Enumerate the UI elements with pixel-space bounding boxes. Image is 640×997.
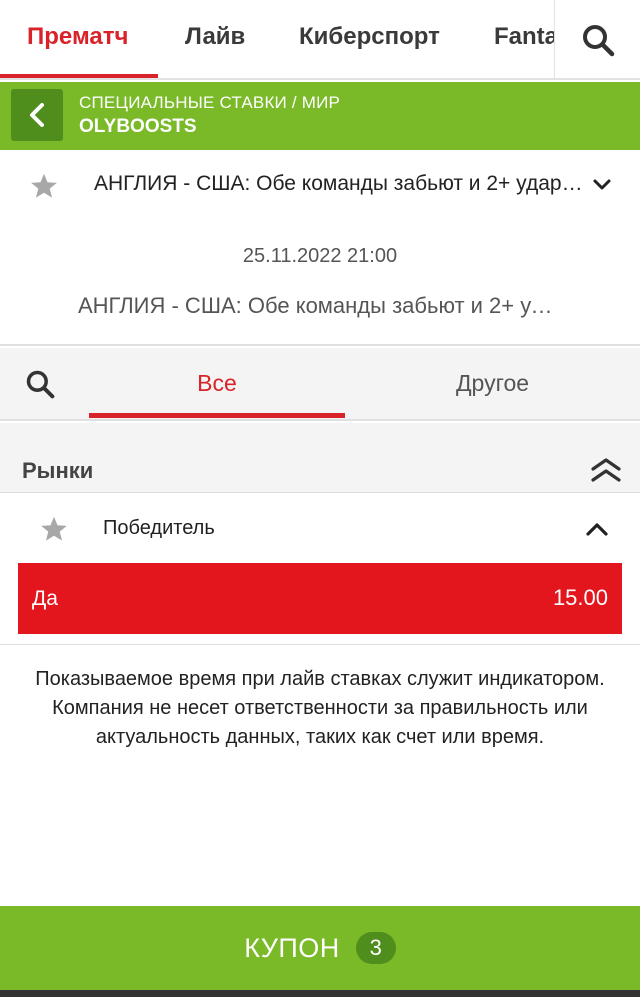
active-filter-indicator [89, 413, 345, 418]
star-icon [41, 516, 67, 541]
double-chevron-up-icon [591, 458, 621, 482]
tab-prematch[interactable]: Прематч [27, 0, 128, 80]
search-icon [26, 370, 55, 398]
back-arrow-icon [30, 103, 44, 127]
odds-button[interactable]: Да 15.00 [18, 563, 622, 634]
tab-all[interactable]: Все [89, 348, 345, 419]
bottom-system-strip [0, 990, 640, 997]
event-subtitle: АНГЛИЯ - США: Обе команды забьют и 2+ уд… [78, 293, 562, 318]
favorite-market-button[interactable] [40, 515, 68, 548]
outcome-label: Да [32, 587, 58, 610]
markets-title: Рынки [22, 458, 94, 483]
event-selector[interactable]: АНГЛИЯ - США: Обе команды забьют и 2+ уд… [94, 172, 586, 196]
breadcrumb: СПЕЦИАЛЬНЫЕ СТАВКИ / МИР OLYBOOSTS [0, 82, 640, 150]
tab-live[interactable]: Лайв [185, 0, 245, 80]
market-card: Победитель Да 15.00 [0, 492, 640, 645]
star-icon [31, 173, 57, 198]
coupon-button[interactable]: КУПОН 3 [0, 906, 640, 990]
event-dropdown-toggle[interactable] [592, 178, 612, 197]
chevron-up-icon [586, 523, 608, 536]
market-collapse-toggle[interactable] [585, 521, 609, 542]
page-title: OLYBOOSTS [79, 116, 197, 137]
event-datetime: 25.11.2022 21:00 [242, 245, 398, 267]
top-nav: Прематч Лайв Киберспорт Fanta [0, 0, 640, 80]
collapse-all-markets-button[interactable] [590, 457, 622, 488]
favorite-event-button[interactable] [30, 172, 58, 205]
breadcrumb-path[interactable]: СПЕЦИАЛЬНЫЕ СТАВКИ / МИР [79, 93, 340, 113]
coupon-label: КУПОН [244, 932, 340, 963]
top-search-button[interactable] [554, 0, 640, 80]
market-filter-bar: Все Другое [0, 348, 640, 421]
coupon-count-badge: 3 [355, 932, 396, 964]
markets-section: Рынки Победитель Да 15.00 [0, 423, 640, 645]
disclaimer-text: Показываемое время при лайв ставках служ… [35, 668, 605, 748]
tab-fantasy[interactable]: Fanta [494, 0, 554, 80]
event-header: АНГЛИЯ - США: Обе команды забьют и 2+ уд… [0, 150, 640, 346]
active-tab-indicator [0, 74, 158, 78]
market-name: Победитель [103, 517, 215, 539]
tab-esports[interactable]: Киберспорт [299, 0, 440, 80]
search-icon [582, 25, 614, 57]
tab-other[interactable]: Другое [345, 348, 640, 419]
market-search-button[interactable] [0, 348, 80, 419]
top-tabs: Прематч Лайв Киберспорт Fanta [0, 0, 554, 80]
back-button[interactable] [11, 89, 63, 141]
chevron-down-icon [593, 179, 611, 190]
outcome-odds: 15.00 [552, 585, 608, 610]
